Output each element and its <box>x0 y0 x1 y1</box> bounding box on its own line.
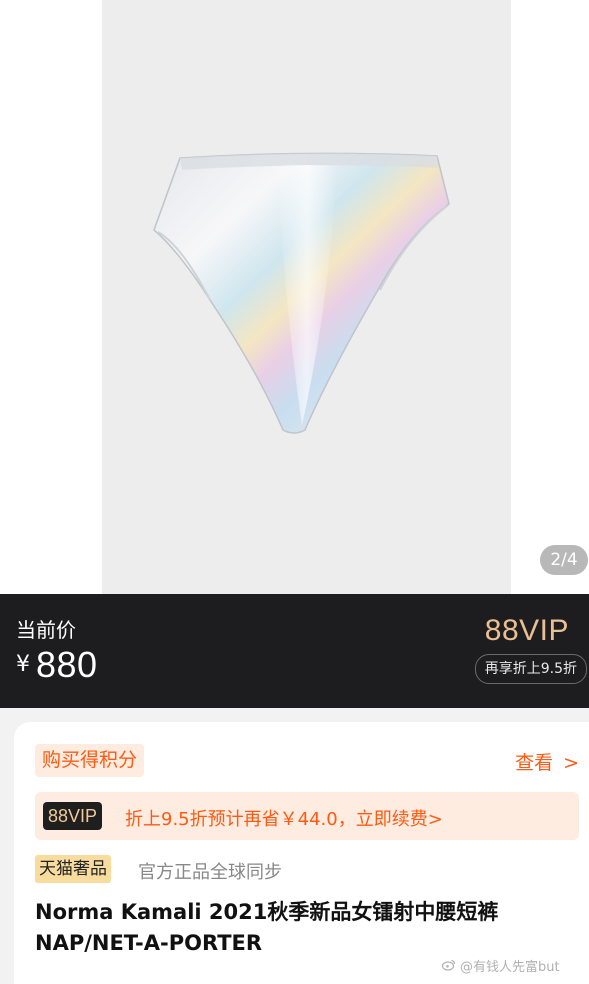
weibo-icon <box>441 959 456 975</box>
authenticity-note: 官方正品全球同步 <box>138 862 282 883</box>
watermark-text: @有钱人先富but <box>460 960 560 975</box>
current-price-label: 当前价 <box>16 618 76 642</box>
tmall-luxury-badge: 天猫奢品 <box>35 855 111 883</box>
price-banner: 当前价 ¥880 88VIP 再享折上9.5折 <box>0 594 589 708</box>
weibo-watermark: @有钱人先富but <box>441 956 560 975</box>
vip-extra-discount-pill: 再享折上9.5折 <box>474 654 587 684</box>
product-title: Norma Kamali 2021秋季新品女镭射中腰短裤NAP/NET-A-PO… <box>35 900 499 955</box>
vip-renewal-banner[interactable]: 88VIP 折上9.5折预计再省￥44.0，立即续费> <box>35 792 579 840</box>
product-image-gallery[interactable]: 2/4 <box>0 0 589 594</box>
holographic-briefs-image <box>153 152 450 434</box>
current-price: ¥880 <box>16 644 98 686</box>
view-points-link[interactable]: 查看 > <box>515 748 579 775</box>
product-photo[interactable] <box>102 0 511 594</box>
currency-symbol: ¥ <box>16 652 30 677</box>
earn-points-tag: 购买得积分 <box>35 744 145 777</box>
price-value: 880 <box>36 644 98 685</box>
view-link-label: 查看 <box>515 752 554 774</box>
chevron-right-icon: > <box>563 752 579 774</box>
88vip-badge: 88VIP <box>43 802 103 830</box>
product-info-card: 购买得积分 查看 > 88VIP 折上9.5折预计再省￥44.0，立即续费> 天猫… <box>14 722 589 984</box>
vip-renewal-text: 折上9.5折预计再省￥44.0，立即续费> <box>125 809 443 830</box>
image-page-indicator: 2/4 <box>540 545 588 575</box>
88vip-tag: 88VIP <box>484 614 569 647</box>
